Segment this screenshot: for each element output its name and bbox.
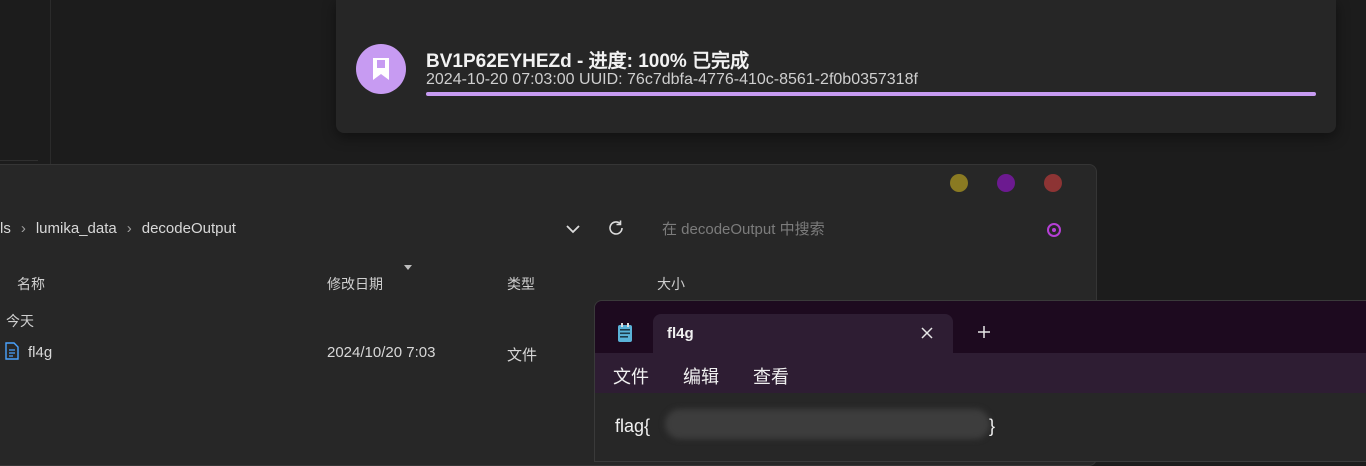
chevron-down-icon[interactable] (563, 219, 583, 239)
bookmark-icon (356, 44, 406, 94)
breadcrumb-item[interactable]: decodeOutput (142, 220, 236, 237)
search-input[interactable] (652, 214, 1052, 244)
breadcrumb: ls › lumika_data › decodeOutput (0, 220, 236, 237)
file-icon (5, 342, 19, 360)
column-header-modified[interactable]: 修改日期 (327, 274, 383, 294)
notepad-editor[interactable]: flag{ } (595, 393, 1366, 461)
file-modified: 2024/10/20 7:03 (327, 344, 436, 361)
close-button[interactable] (1044, 174, 1062, 192)
background-panel-edge (0, 0, 51, 165)
minimize-button[interactable] (950, 174, 968, 192)
notepad-menubar: 文件 编辑 查看 (595, 353, 1366, 393)
file-name: fl4g (28, 344, 53, 361)
refresh-icon[interactable] (606, 218, 626, 238)
file-type: 文件 (507, 347, 538, 364)
notification-progress-bar (426, 92, 1316, 96)
notepad-window: fl4g 文件 编辑 查看 flag{ } (594, 300, 1366, 462)
maximize-button[interactable] (997, 174, 1015, 192)
column-header-name[interactable]: 名称 (17, 274, 45, 294)
breadcrumb-separator: › (20, 220, 26, 237)
notification-subtitle: 2024-10-20 07:03:00 UUID: 76c7dbfa-4776-… (426, 71, 918, 88)
progress-fill (426, 92, 1316, 96)
breadcrumb-item[interactable]: ls (0, 220, 11, 237)
notepad-titlebar: fl4g (595, 301, 1366, 354)
tab-title: fl4g (667, 325, 694, 342)
background-divider (0, 160, 38, 161)
menu-file[interactable]: 文件 (613, 363, 649, 389)
column-header-type[interactable]: 类型 (507, 274, 535, 294)
breadcrumb-separator: › (126, 220, 132, 237)
group-label-today: 今天 (6, 313, 34, 329)
editor-text-end: } (989, 416, 996, 436)
notepad-app-icon (618, 323, 632, 342)
plus-icon[interactable] (975, 323, 993, 341)
column-header-size[interactable]: 大小 (657, 274, 685, 294)
download-notification: BV1P62EYHEZd - 进度: 100% 已完成 2024-10-20 0… (336, 0, 1336, 133)
notepad-tab[interactable]: fl4g (653, 314, 953, 354)
editor-text-start: flag{ (615, 416, 651, 436)
menu-edit[interactable]: 编辑 (683, 363, 719, 389)
close-icon[interactable] (918, 324, 936, 342)
menu-view[interactable]: 查看 (753, 363, 789, 389)
notification-title: BV1P62EYHEZd - 进度: 100% 已完成 (426, 51, 750, 72)
breadcrumb-item[interactable]: lumika_data (36, 220, 117, 237)
redaction-blur (665, 409, 990, 439)
sort-down-icon (404, 265, 412, 270)
record-icon (1047, 223, 1061, 237)
